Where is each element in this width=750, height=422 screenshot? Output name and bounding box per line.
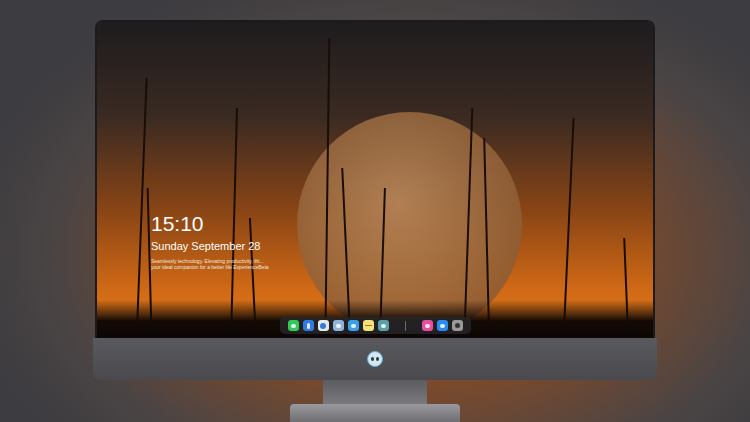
monitor: 15:10 Sunday September 28 Seamlessly techn…	[93, 20, 657, 422]
monitor-chin	[93, 338, 657, 380]
finder-icon[interactable]	[303, 320, 314, 331]
screen: 15:10 Sunday September 28 Seamlessly techn…	[95, 20, 655, 338]
tagline-line: your ideal companion for a better life E…	[151, 264, 653, 270]
dock-divider	[405, 321, 406, 331]
photos-icon[interactable]	[378, 320, 389, 331]
camera-icon[interactable]	[452, 320, 463, 331]
store-icon[interactable]	[437, 320, 448, 331]
tagline-line: Seamlessly technology. Elevating product…	[151, 258, 653, 264]
safari-icon[interactable]	[318, 320, 329, 331]
wallpaper	[97, 22, 653, 338]
messages-icon[interactable]	[288, 320, 299, 331]
music-icon[interactable]	[422, 320, 433, 331]
notes-icon[interactable]	[363, 320, 374, 331]
alien-logo-icon	[367, 351, 383, 367]
clock-widget: 15:10 Sunday September 28 Seamlessly techn…	[151, 212, 653, 270]
stand-neck	[323, 380, 427, 404]
dock	[280, 317, 471, 334]
gallery-icon[interactable]	[333, 320, 344, 331]
clock-date: Sunday September 28	[151, 239, 653, 254]
stand-base	[290, 404, 460, 422]
grass-icon	[97, 22, 653, 338]
clock-time: 15:10	[151, 212, 653, 236]
tagline: Seamlessly technology. Elevating product…	[151, 258, 653, 270]
desktop-mockup: 15:10 Sunday September 28 Seamlessly techn…	[0, 0, 750, 422]
video-icon[interactable]	[348, 320, 359, 331]
